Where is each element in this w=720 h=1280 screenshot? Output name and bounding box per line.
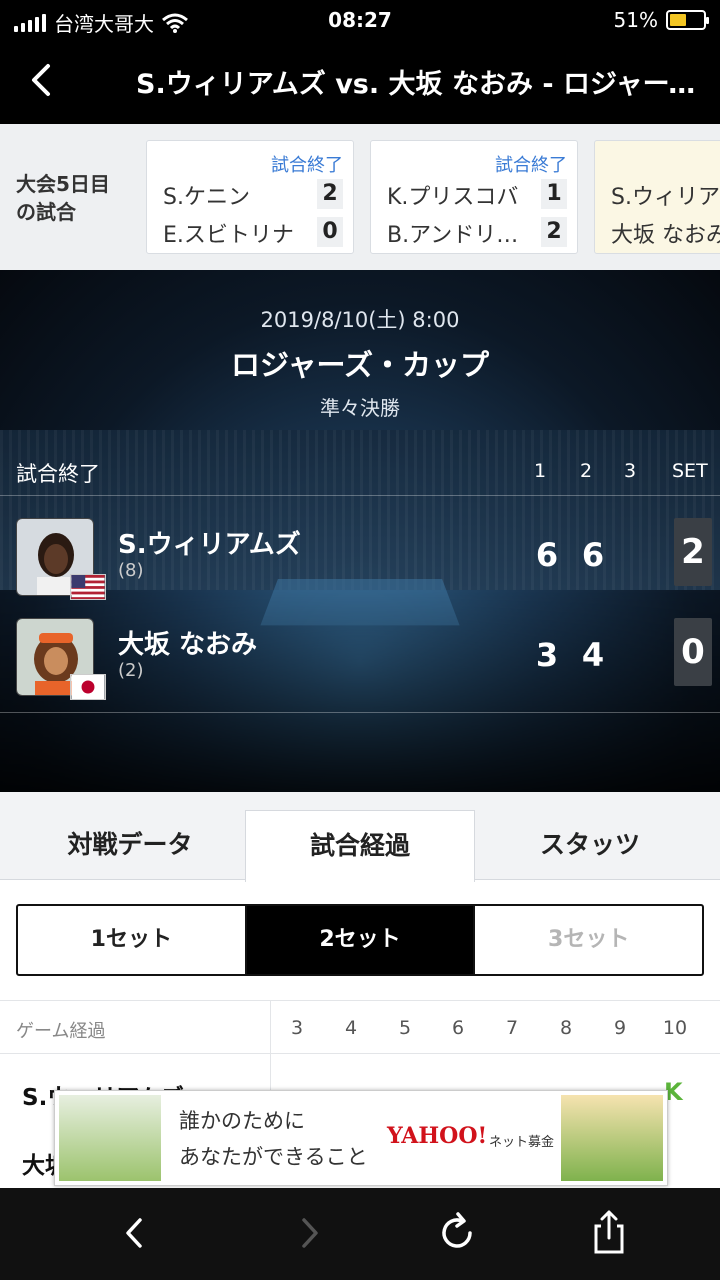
player-name: K.プリスコバ [387, 185, 519, 210]
match-status: 試合終了 [16, 462, 100, 486]
ad-text-line2: あなたができること [179, 1145, 368, 1169]
set1-games: 6 [535, 536, 559, 574]
set-score: 2 [317, 179, 343, 209]
tab-match-progress[interactable]: 試合経過 [245, 810, 475, 882]
forward-icon[interactable] [284, 1208, 334, 1258]
tab-stats[interactable]: スタッツ [476, 810, 704, 880]
match-round: 準々決勝 [320, 396, 400, 420]
ad-text-line1: 誰かのために [179, 1109, 305, 1133]
game-number: 9 [613, 1017, 627, 1039]
set-2-button[interactable]: 2セット [244, 906, 474, 974]
day-label-line2: の試合 [16, 200, 76, 224]
status-right: 51% [613, 8, 709, 32]
day-label-line1: 大会5日目 [16, 172, 110, 196]
game-number: 5 [398, 1017, 412, 1039]
player-name: B.アンドリ… [387, 223, 519, 248]
battery-icon [666, 10, 709, 30]
player-name: S.ケニン [163, 185, 250, 210]
sets-column-header: SET [672, 460, 708, 482]
player-name: 大坂 なおみ [118, 630, 258, 660]
back-icon[interactable] [110, 1208, 160, 1258]
player-name: 大坂 なおみ [611, 223, 720, 248]
set2-games: 4 [581, 636, 605, 674]
player-seed: (8) [118, 560, 144, 581]
player-name: E.スビトリナ [163, 223, 294, 248]
set-3-button[interactable]: 3セット [473, 906, 702, 974]
browser-toolbar [0, 1188, 720, 1280]
set1-games: 3 [535, 636, 559, 674]
battery-fill [670, 14, 686, 26]
divider [0, 712, 720, 713]
match-card-current[interactable]: S.ウィリアムズ 大坂 なおみ [594, 140, 720, 254]
battery-percent: 51% [613, 8, 658, 32]
ad-children-image [561, 1095, 663, 1181]
game-number: 7 [505, 1017, 519, 1039]
set-column-header: 3 [624, 460, 637, 482]
game-number: 3 [290, 1017, 304, 1039]
reload-icon[interactable] [432, 1208, 482, 1258]
set-1-button[interactable]: 1セット [18, 906, 245, 974]
day-label: 大会5日目 の試合 [16, 170, 136, 226]
game-number: 8 [559, 1017, 573, 1039]
game-number: 6 [451, 1017, 465, 1039]
divider [0, 495, 720, 496]
set-selector: 1セット 2セット 3セット [16, 904, 704, 976]
scoreboard-hero: 2019/8/10(土) 8:00 ロジャーズ・カップ 準々決勝 試合終了 1 … [0, 270, 720, 792]
player-row: S.ウィリアムズ (8) 6 6 2 [0, 518, 720, 614]
page-title: S.ウィリアムズ vs. 大坂 なおみ - ロジャーズ・カップ [136, 69, 700, 100]
clock: 08:27 [328, 8, 392, 32]
nav-bar: S.ウィリアムズ vs. 大坂 なおみ - ロジャーズ・カップ [0, 40, 720, 124]
match-status: 試合終了 [271, 155, 343, 176]
japan-flag-icon [70, 674, 106, 700]
game-number: 10 [662, 1017, 688, 1039]
set-column-header: 2 [580, 460, 593, 482]
match-datetime: 2019/8/10(土) 8:00 [260, 308, 460, 332]
set-score: 2 [541, 217, 567, 247]
set-column-header: 1 [534, 460, 547, 482]
ad-puppy-image [59, 1095, 161, 1181]
sets-won: 2 [674, 518, 712, 586]
ad-logo-sub: ネット募金 [489, 1135, 555, 1150]
player-name: S.ウィリアムズ [611, 185, 720, 210]
tab-head-to-head[interactable]: 対戦データ [16, 810, 244, 880]
game-number: 4 [344, 1017, 358, 1039]
set-score: 1 [541, 179, 567, 209]
match-status: 試合終了 [495, 155, 567, 176]
tournament-name: ロジャーズ・カップ [230, 348, 490, 382]
match-card[interactable]: 試合終了 S.ケニン 2 E.スビトリナ 0 [146, 140, 354, 254]
game-table-label: ゲーム経過 [16, 1021, 106, 1042]
sets-won: 0 [674, 618, 712, 686]
set-score: 0 [317, 217, 343, 247]
player-seed: (2) [118, 660, 144, 681]
tab-bar: 対戦データ 試合経過 スタッツ [0, 792, 720, 882]
match-strip[interactable]: 大会5日目 の試合 試合終了 S.ケニン 2 E.スビトリナ 0 試合終了 K.… [0, 124, 720, 270]
set2-games: 6 [581, 536, 605, 574]
player-row: 大坂 なおみ (2) 3 4 0 [0, 618, 720, 714]
share-icon[interactable] [584, 1208, 634, 1258]
back-arrow-icon[interactable] [22, 58, 66, 102]
player-name: S.ウィリアムズ [118, 530, 301, 560]
yahoo-logo: YAHOO! [387, 1123, 488, 1149]
usa-flag-icon [70, 574, 106, 600]
status-bar: 台湾大哥大 08:27 51% [0, 0, 720, 40]
game-table-header: ゲーム経過 3 4 5 6 7 8 9 10 [0, 1000, 720, 1161]
ad-banner[interactable]: 誰かのために あなたができること YAHOO! ネット募金 [54, 1090, 668, 1186]
match-card[interactable]: 試合終了 K.プリスコバ 1 B.アンドリ… 2 [370, 140, 578, 254]
